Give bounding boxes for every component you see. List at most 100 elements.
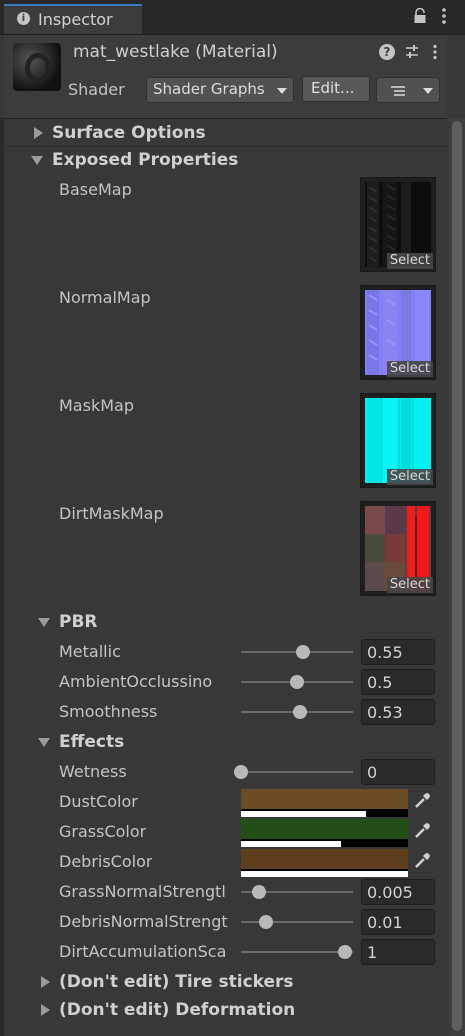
select-texture-button[interactable]: Select <box>386 253 433 269</box>
grass-normal-value-field[interactable]: 0.005 <box>361 879 435 905</box>
debris-normal-strength-label: DebrisNormalStrengt <box>59 912 228 931</box>
left-gutter <box>0 118 4 1036</box>
smoothness-value-field[interactable]: 0.53 <box>361 699 435 725</box>
foldout-arrow-icon <box>31 156 43 165</box>
foldout-exposed-properties[interactable]: Exposed Properties <box>30 149 430 173</box>
divider <box>4 146 449 147</box>
debris-normal-slider-handle[interactable] <box>258 915 273 929</box>
grass-color-label: GrassColor <box>59 822 147 841</box>
foldout-effects[interactable]: Effects <box>36 730 336 754</box>
select-texture-button[interactable]: Select <box>386 469 433 485</box>
foldout-tire-stickers[interactable]: (Don't edit) Tire stickers <box>36 970 436 994</box>
section-title: (Don't edit) Tire stickers <box>59 972 294 992</box>
shader-dropdown[interactable]: Shader Graphs <box>146 77 294 103</box>
texture-label-normalmap: NormalMap <box>59 288 151 307</box>
foldout-arrow-icon <box>41 976 50 988</box>
texture-slot-normalmap[interactable]: Select <box>360 285 436 380</box>
texture-label-maskmap: MaskMap <box>59 396 134 415</box>
debris-normal-value-field[interactable]: 0.01 <box>361 909 435 935</box>
wetness-value-field[interactable]: 0 <box>361 759 435 785</box>
ambient-occlusion-slider-handle[interactable] <box>290 675 304 689</box>
debris-color-label: DebrisColor <box>59 852 153 871</box>
foldout-arrow-icon <box>38 618 50 627</box>
section-title: Exposed Properties <box>52 150 239 170</box>
dust-color-label: DustColor <box>59 792 138 811</box>
smoothness-value: 0.53 <box>367 703 403 722</box>
edit-button-label: Edit... <box>311 79 355 97</box>
grass-normal-strength-label: GrassNormalStrengtl <box>59 882 226 901</box>
foldout-arrow-icon <box>34 127 43 139</box>
select-texture-button[interactable]: Select <box>386 577 433 593</box>
smoothness-slider-handle[interactable] <box>293 705 308 719</box>
material-name: mat_westlake (Material) <box>73 42 278 62</box>
chevron-down-icon <box>423 88 433 94</box>
shader-dropdown-value: Shader Graphs <box>153 80 265 98</box>
debris-color-swatch <box>241 849 408 869</box>
edit-shader-button[interactable]: Edit... <box>302 76 370 102</box>
debris-color-alpha-bar <box>241 871 408 877</box>
debris-color-field[interactable] <box>241 849 408 877</box>
list-menu-dropdown[interactable] <box>376 77 440 103</box>
kebab-icon[interactable] <box>440 7 448 25</box>
grass-normal-value: 0.005 <box>367 883 413 902</box>
foldout-arrow-icon <box>38 738 50 747</box>
texture-slot-basemap[interactable]: Select <box>360 177 436 272</box>
scrollbar-thumb[interactable] <box>452 121 462 1031</box>
wetness-value: 0 <box>367 763 378 782</box>
dust-color-alpha-bar <box>241 811 367 817</box>
tab-inspector[interactable]: i Inspector <box>4 4 142 34</box>
ambient-occlusion-value-field[interactable]: 0.5 <box>361 669 435 695</box>
section-title: (Don't edit) Deformation <box>59 1000 296 1020</box>
texture-slot-maskmap[interactable]: Select <box>360 393 436 488</box>
lock-icon[interactable] <box>413 8 427 24</box>
chevron-down-icon <box>277 88 287 94</box>
texture-slot-dirtmaskmap[interactable]: Select <box>360 501 436 596</box>
ambient-occlusion-value: 0.5 <box>367 673 393 692</box>
dirt-accumulation-value: 1 <box>367 943 378 962</box>
wetness-slider-handle[interactable] <box>234 765 248 779</box>
texture-label-dirtmaskmap: DirtMaskMap <box>59 504 164 523</box>
dust-color-swatch <box>241 789 408 809</box>
section-title: Effects <box>59 732 125 752</box>
metallic-label: Metallic <box>59 642 121 661</box>
help-icon[interactable]: ? <box>379 44 395 60</box>
foldout-arrow-icon <box>41 1004 50 1016</box>
vertical-scrollbar[interactable] <box>449 118 465 1036</box>
metallic-value-field[interactable]: 0.55 <box>361 639 435 665</box>
tab-bar: i Inspector <box>0 0 465 35</box>
dirt-accumulation-slider-track[interactable] <box>241 951 353 953</box>
foldout-pbr[interactable]: PBR <box>36 610 336 634</box>
dirt-accumulation-slider-handle[interactable] <box>338 945 353 959</box>
select-texture-button[interactable]: Select <box>386 361 433 377</box>
kebab-icon[interactable] <box>432 44 438 60</box>
eyedropper-icon[interactable] <box>412 821 432 841</box>
debris-normal-value: 0.01 <box>367 913 403 932</box>
wetness-label: Wetness <box>59 762 127 781</box>
metallic-slider-handle[interactable] <box>295 645 310 659</box>
grass-color-swatch <box>241 819 408 839</box>
section-title: Surface Options <box>52 123 206 143</box>
eyedropper-icon[interactable] <box>412 851 432 871</box>
eyedropper-icon[interactable] <box>412 791 432 811</box>
dirt-accumulation-value-field[interactable]: 1 <box>361 939 435 965</box>
shader-label: Shader <box>68 80 125 99</box>
section-title: PBR <box>59 612 98 632</box>
foldout-deformation[interactable]: (Don't edit) Deformation <box>36 998 436 1022</box>
dust-color-field[interactable] <box>241 789 408 817</box>
smoothness-label: Smoothness <box>59 702 158 721</box>
foldout-surface-options[interactable]: Surface Options <box>30 122 430 146</box>
grass-color-alpha-bar <box>241 841 342 847</box>
settings-icon[interactable] <box>404 44 420 60</box>
ambient-occlusion-label: AmbientOcclussino <box>59 672 213 691</box>
info-icon: i <box>17 12 30 25</box>
grass-normal-slider-handle[interactable] <box>251 885 266 899</box>
metallic-value: 0.55 <box>367 643 403 662</box>
wetness-slider-track[interactable] <box>241 771 353 773</box>
debris-normal-slider-track[interactable] <box>241 921 353 923</box>
material-preview-thumbnail <box>13 43 61 91</box>
grass-color-field[interactable] <box>241 819 408 847</box>
dirt-accumulation-label: DirtAccumulationSca <box>59 942 227 961</box>
tab-title: Inspector <box>38 10 113 29</box>
material-header: mat_westlake (Material) ? Shader Shader … <box>4 35 447 119</box>
list-icon <box>391 86 405 96</box>
